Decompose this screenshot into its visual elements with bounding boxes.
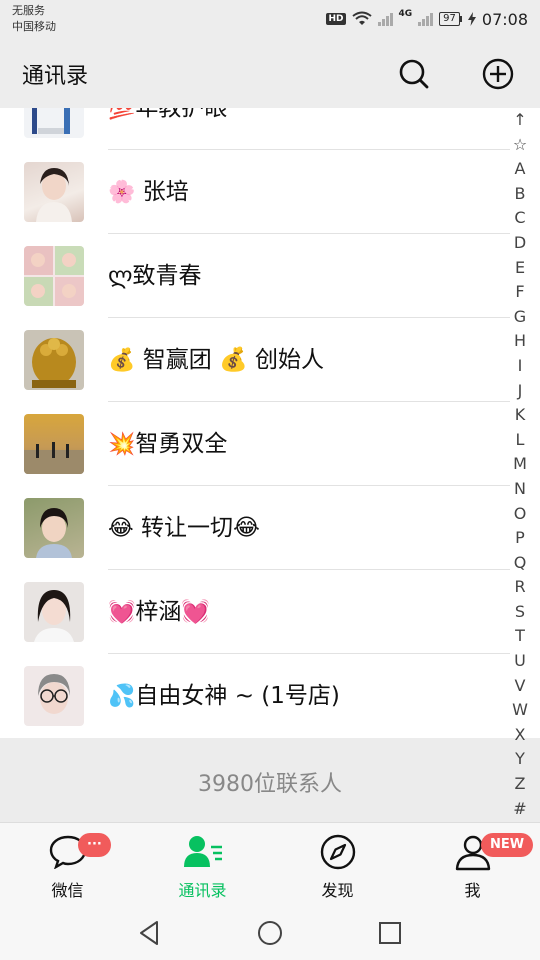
top-header: 通讯录 [0,40,540,108]
tab-label: 通讯录 [178,881,227,900]
contact-name: 🌸 张培 [108,179,189,205]
android-nav-bar [0,906,540,960]
avatar [24,498,84,558]
battery-level: 97 [439,12,460,26]
carrier-line-2: 中国移动 [12,20,56,33]
charging-icon [467,12,476,26]
tab-discover[interactable]: 发现 [270,823,405,907]
tab-contacts[interactable]: 通讯录 [135,823,270,907]
contact-row[interactable]: 💯年教护眼 [0,108,510,150]
index-letter[interactable]: A [515,157,526,182]
avatar [24,108,84,138]
index-letter[interactable]: V [515,674,526,699]
index-letter[interactable]: Z [515,772,526,797]
index-letter[interactable]: F [515,280,524,305]
avatar [24,414,84,474]
tab-me[interactable]: NEW 我 [405,823,540,907]
tab-label: 我 [464,881,481,900]
index-letter[interactable]: X [515,723,526,748]
index-letter[interactable]: G [514,305,526,330]
wifi-icon [351,11,372,25]
avatar [24,582,84,642]
status-bar: 无服务 中国移动 HD 4G 97 07:08 [0,0,540,40]
signal-icon-1 [377,12,393,26]
contact-row[interactable]: ლ致青春 [0,234,510,318]
contact-name: 💓梓涵💓 [108,599,211,625]
index-letter[interactable]: ☆ [513,133,527,158]
contact-name: 💦自由女神 ~ (1号店) [108,683,340,709]
index-letter[interactable]: O [514,502,527,527]
battery-icon: 97 [439,12,462,26]
index-letter[interactable]: H [514,329,526,354]
clock: 07:08 [481,9,528,29]
contact-row[interactable]: 😂 转让一切😂 [0,486,510,570]
index-letter[interactable]: ↑ [513,108,526,133]
index-letter[interactable]: Q [514,551,527,576]
network-type: 4G [398,9,413,19]
back-icon[interactable] [135,918,165,948]
avatar [24,246,84,306]
contact-row[interactable]: 💓梓涵💓 [0,570,510,654]
contact-row[interactable]: 🌸 张培 [0,150,510,234]
tab-label: 发现 [321,881,354,900]
contact-count-footer: 3980位联系人 [0,738,540,822]
contact-list[interactable]: 💯年教护眼 🌸 张培 ლ致青春 💰 智赢团 💰 创始人 💥智勇双全 😂 转让一切… [0,108,540,738]
index-letter[interactable]: J [518,379,523,404]
recents-icon[interactable] [375,918,405,948]
tab-label: 微信 [51,881,84,900]
contact-count: 3980位联系人 [198,772,342,797]
page-title: 通讯录 [22,64,89,89]
index-letter[interactable]: P [515,526,525,551]
index-letter[interactable]: # [513,797,526,822]
avatar [24,162,84,222]
index-letter[interactable]: N [514,477,526,502]
status-icons: HD 4G 97 07:08 [326,6,528,32]
carrier-line-1: 无服务 [12,4,45,17]
avatar [24,330,84,390]
contact-row[interactable]: 💰 智赢团 💰 创始人 [0,318,510,402]
home-icon[interactable] [255,918,285,948]
contact-row[interactable]: 💥智勇双全 [0,402,510,486]
index-letter[interactable]: U [514,649,526,674]
index-letter[interactable]: M [513,452,527,477]
plus-circle-icon[interactable] [480,56,516,92]
new-badge: NEW [481,833,534,857]
chat-badge: ··· [78,833,111,857]
contact-name: 😂 转让一切😂 [108,515,260,541]
index-letter[interactable]: Y [515,747,525,772]
contact-name: 💯年教护眼 [108,108,228,121]
alphabet-index[interactable]: ↑ ☆ A B C D E F G H I J K L M N O P Q R S T U V W X Y Z # [508,108,532,821]
index-letter[interactable]: R [514,575,525,600]
search-icon[interactable] [396,56,432,92]
compass-icon [320,834,355,870]
hd-badge: HD [326,13,346,25]
index-letter[interactable]: I [518,354,523,379]
contact-name: 💥智勇双全 [108,431,228,457]
index-letter[interactable]: T [515,624,525,649]
bottom-tab-bar: ··· 微信 通讯录 发现 NEW 我 [0,822,540,906]
tab-chats[interactable]: ··· 微信 [0,823,135,907]
index-letter[interactable]: C [514,206,525,231]
contact-row[interactable]: 💦自由女神 ~ (1号店) [0,654,510,738]
signal-icon-2 [418,12,434,26]
avatar [24,666,84,726]
contacts-icon [183,836,222,867]
index-letter[interactable]: S [515,600,525,625]
index-letter[interactable]: W [512,698,528,723]
index-letter[interactable]: D [514,231,526,256]
contact-name: 💰 智赢团 💰 创始人 [108,347,324,373]
index-letter[interactable]: B [515,182,526,207]
contact-name: ლ致青春 [108,263,202,289]
index-letter[interactable]: K [515,403,526,428]
index-letter[interactable]: E [515,256,525,281]
carrier-info: 无服务 中国移动 [12,3,56,35]
index-letter[interactable]: L [516,428,525,453]
